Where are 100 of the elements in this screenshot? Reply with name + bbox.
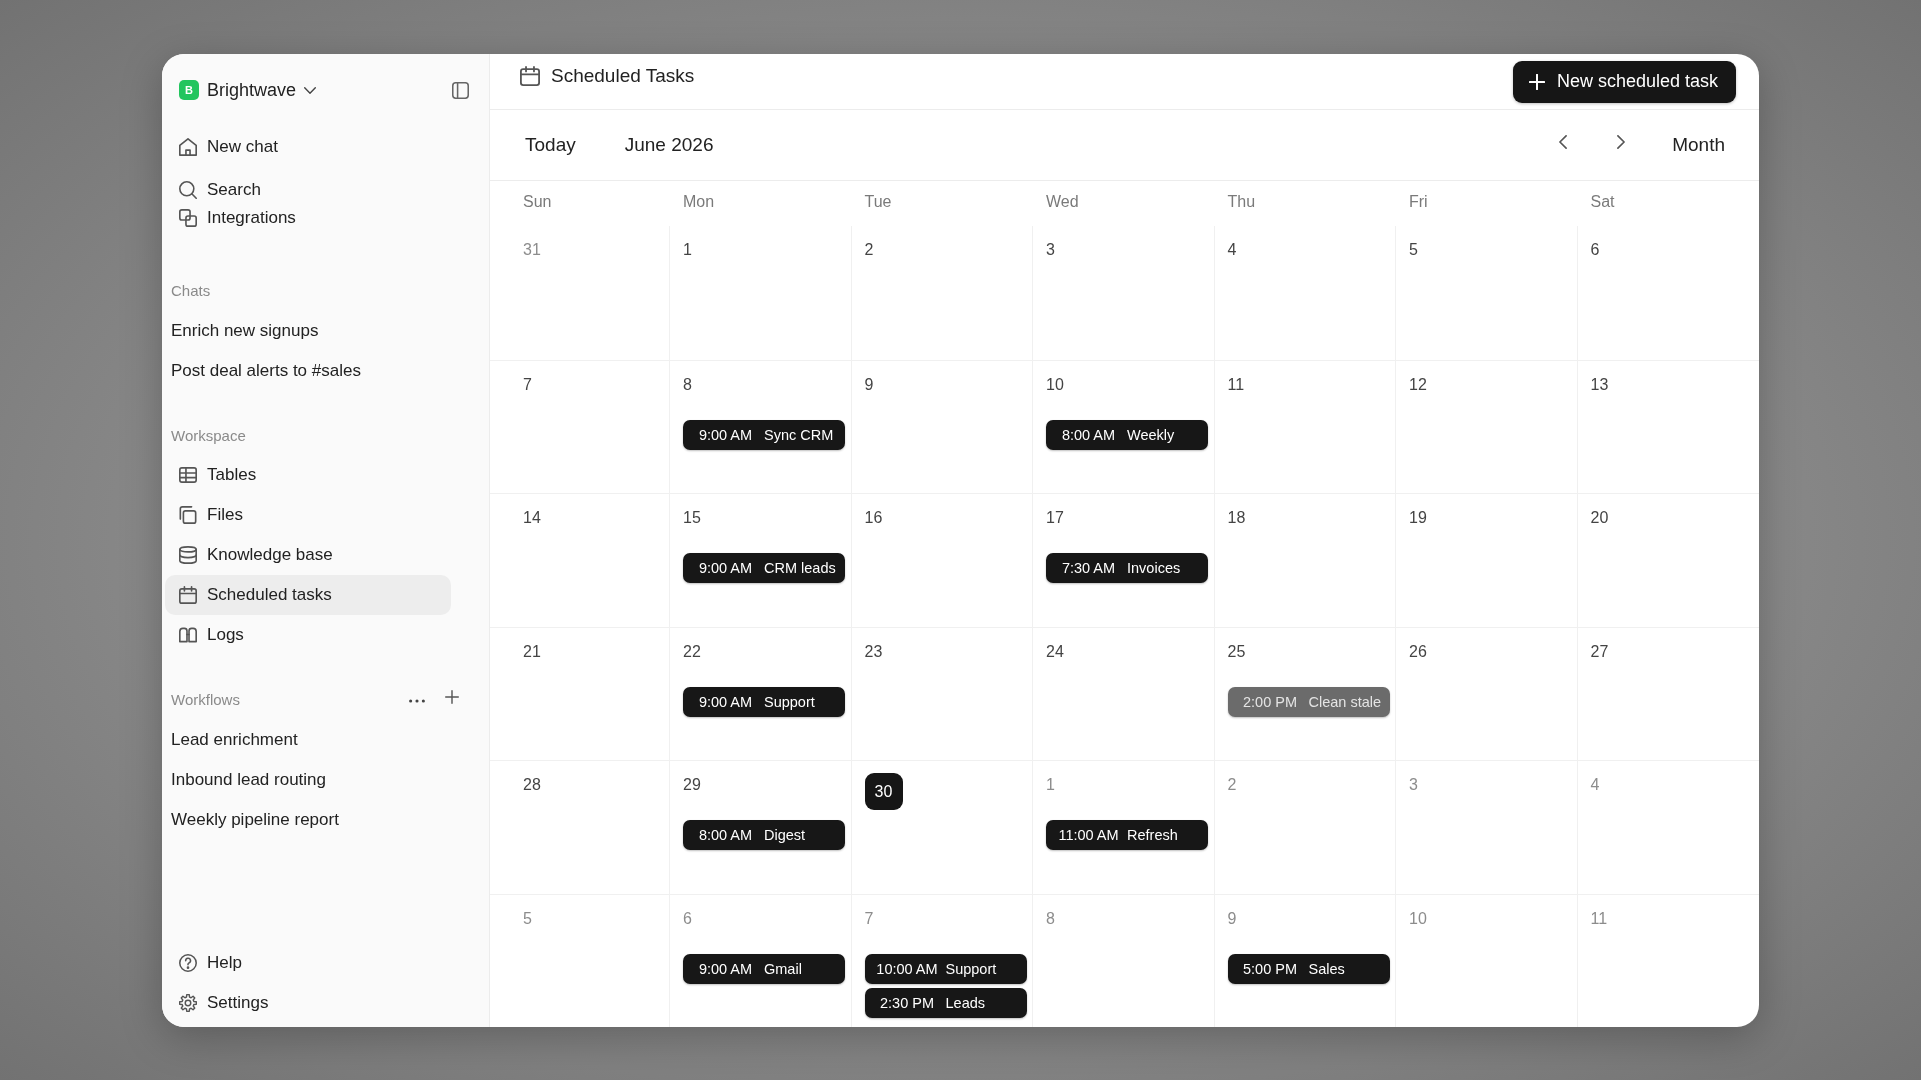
calendar-icon [520, 65, 540, 86]
date-number: 13 [1590, 374, 1609, 395]
section-heading: Chats [171, 281, 211, 299]
view-mode-button[interactable]: Month [1672, 134, 1725, 156]
search-icon [179, 181, 197, 199]
weekday-label: Mon [683, 193, 715, 210]
weekday-label: Tue [864, 193, 892, 210]
sidebar-item[interactable]: Enrich new signups [165, 311, 451, 351]
date-number: 8 [1046, 908, 1055, 929]
date-number: 11 [1227, 374, 1245, 395]
chevron-down-icon [304, 86, 317, 94]
home-icon [179, 138, 197, 156]
overlapping-squares-icon [179, 209, 197, 227]
date-number: 5 [523, 908, 532, 929]
sidebar-item[interactable]: Logs [165, 615, 451, 655]
sidebar-item[interactable]: Inbound lead routing [165, 760, 451, 800]
date-number: 8 [683, 374, 692, 395]
files-icon [179, 506, 197, 524]
sidebar-item[interactable]: New chat [165, 133, 451, 161]
weekday-label: Sun [523, 193, 552, 210]
weekday-label: Fri [1409, 193, 1428, 210]
date-number: 6 [683, 908, 692, 929]
date-number: 28 [523, 775, 541, 795]
date-number: 21 [523, 641, 541, 662]
date-number: 4 [1590, 775, 1600, 795]
sidebar-item[interactable]: Integrations [165, 204, 451, 232]
task-chip[interactable]: 2:00 PM Clean stale [1227, 686, 1390, 717]
task-chip[interactable]: 11:00 AM Refresh [1046, 820, 1208, 850]
workspace-logo: B [179, 80, 199, 100]
date-number: 11 [1590, 908, 1608, 929]
date-number: 16 [864, 508, 883, 528]
sidebar-item[interactable]: Search [165, 176, 451, 204]
settings-icon [179, 994, 197, 1012]
date-number: 30 [864, 773, 903, 810]
task-chip[interactable]: 9:00 AM Sync CRM [683, 419, 845, 450]
date-number: 2 [1227, 775, 1237, 795]
date-number: 4 [1227, 240, 1237, 260]
date-number: 3 [1409, 775, 1418, 795]
plus-icon [1528, 73, 1545, 90]
date-number: 22 [683, 641, 701, 662]
date-number: 23 [864, 641, 883, 662]
date-number: 10 [1046, 374, 1064, 395]
date-number: 29 [683, 775, 701, 795]
date-number: 5 [1409, 240, 1418, 260]
help-icon [179, 954, 197, 972]
sidebar-item[interactable]: Lead enrichment [165, 720, 451, 760]
date-number: 19 [1409, 508, 1427, 528]
task-chip[interactable]: 9:00 AM Gmail [683, 953, 845, 984]
date-number: 3 [1046, 240, 1055, 260]
sidebar-item[interactable]: Knowledge base [165, 535, 451, 575]
workspace-switcher[interactable]: B Brightwave [179, 79, 317, 101]
date-number: 7 [523, 374, 532, 395]
date-number: 12 [1409, 374, 1427, 395]
section-heading: Workflows [171, 690, 240, 708]
sidebar-item[interactable]: Files [165, 495, 451, 535]
sidebar-item[interactable]: Help [165, 943, 451, 983]
page-title: Scheduled Tasks [551, 64, 695, 87]
date-number: 6 [1590, 240, 1600, 260]
date-number: 15 [683, 508, 701, 528]
task-chip[interactable]: 10:00 AM Support [864, 953, 1027, 984]
date-number: 1 [1046, 775, 1055, 795]
date-number: 27 [1590, 641, 1609, 662]
sidebar-item[interactable]: Weekly pipeline report [165, 800, 451, 840]
new-task-button[interactable]: New scheduled task [1512, 60, 1736, 103]
chevron-left-icon[interactable] [1559, 135, 1568, 149]
date-number: 17 [1046, 508, 1064, 528]
task-chip[interactable]: 9:00 AM CRM leads [683, 553, 845, 583]
sidebar-item[interactable]: Scheduled tasks [165, 575, 451, 615]
date-number: 14 [523, 508, 541, 528]
calendar-icon [179, 586, 197, 604]
task-chip[interactable]: 8:00 AM Digest [683, 820, 845, 850]
date-number: 1 [683, 240, 692, 260]
weekday-label: Thu [1227, 193, 1256, 210]
task-chip[interactable]: 2:30 PM Leads [864, 987, 1027, 1018]
date-number: 20 [1590, 508, 1609, 528]
date-number: 9 [1227, 908, 1237, 929]
date-number: 18 [1227, 508, 1246, 528]
date-number: 24 [1046, 641, 1064, 662]
date-number: 26 [1409, 641, 1427, 662]
database-icon [179, 546, 197, 564]
date-number: 10 [1409, 908, 1427, 929]
task-chip[interactable]: 9:00 AM Support [683, 686, 845, 717]
weekday-label: Wed [1046, 193, 1079, 210]
task-chip[interactable]: 7:30 AM Invoices [1046, 553, 1208, 583]
task-chip[interactable]: 5:00 PM Sales [1227, 953, 1390, 984]
period-label: June 2026 [624, 134, 714, 156]
date-number: 25 [1227, 641, 1246, 662]
chevron-right-icon[interactable] [1617, 135, 1626, 149]
more-icon[interactable] [409, 699, 425, 703]
task-chip[interactable]: 8:00 AM Weekly [1046, 419, 1208, 450]
today-button[interactable]: Today [525, 134, 576, 156]
sidebar-toggle-icon[interactable] [452, 81, 469, 99]
date-number: 7 [864, 908, 874, 929]
binoculars-icon [179, 626, 197, 644]
section-heading: Workspace [171, 426, 246, 444]
sidebar-item[interactable]: Tables [165, 455, 451, 495]
sidebar-item[interactable]: Post deal alerts to #sales [165, 351, 451, 391]
plus-icon[interactable] [445, 690, 459, 704]
date-number: 2 [864, 240, 874, 260]
sidebar-item[interactable]: Settings [165, 983, 451, 1023]
